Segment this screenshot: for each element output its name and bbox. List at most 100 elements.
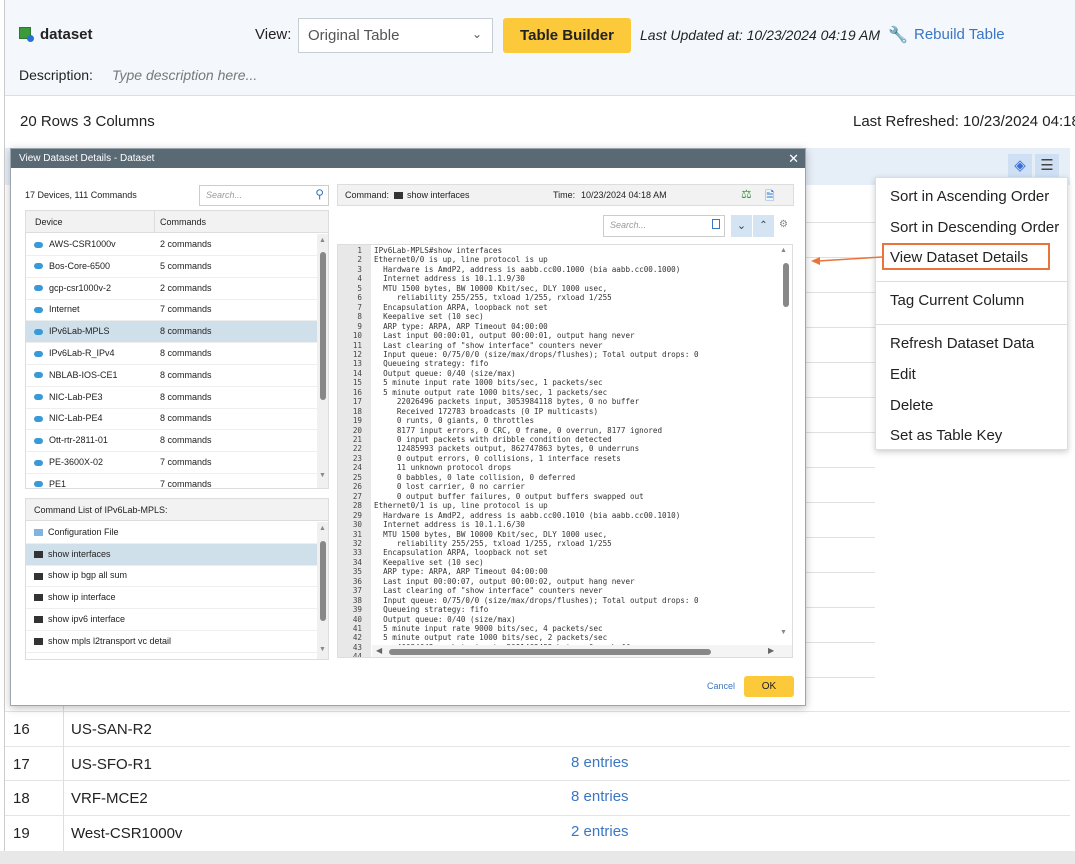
ok-button[interactable]: OK — [744, 676, 794, 697]
entries-link[interactable]: 8 entries — [571, 788, 629, 805]
device-icon — [34, 241, 43, 248]
command-count: 8 commands — [160, 369, 212, 380]
command-row[interactable]: show interfaces — [26, 543, 317, 566]
description-input[interactable]: Type description here... — [112, 67, 257, 83]
cli-icon — [34, 637, 43, 645]
compare-icon[interactable]: ⚖ — [741, 187, 752, 201]
cli-icon — [34, 594, 43, 602]
scroll-up-icon[interactable]: ▲ — [780, 247, 787, 254]
menu-item-delete[interactable]: Delete — [890, 397, 933, 414]
settings-icon[interactable]: ⚙ — [779, 219, 788, 230]
command-list: Command List of IPv6Lab-MPLS: Configurat… — [25, 498, 329, 660]
line-number: 2 — [357, 255, 362, 265]
code-vertical-scrollbar[interactable] — [783, 263, 789, 307]
line-number: 17 — [352, 397, 362, 407]
line-number: 15 — [352, 378, 362, 388]
code-line: Queueing strategy: fifo — [374, 605, 489, 615]
command-output[interactable]: 1 IPv6Lab-MPLS#show interfaces 2 Ethernet0/… — [337, 244, 793, 658]
code-line: Hardware is AmdP2, address is aabb.cc00.… — [374, 510, 681, 520]
device-name: PE-3600X-02 — [49, 457, 104, 467]
line-number: 23 — [352, 453, 362, 463]
entries-link[interactable]: 2 entries — [571, 823, 629, 840]
search-icon[interactable]: ⚲ — [315, 187, 324, 201]
command-value: show interfaces — [407, 190, 470, 200]
table-row[interactable]: 17 US-SFO-R1 8 entries — [5, 747, 1070, 781]
device-row[interactable]: AWS-CSR1000v 2 commands — [26, 234, 317, 256]
device-table: Device Commands AWS-CSR1000v 2 commands Bo… — [25, 210, 329, 489]
device-count: 17 Devices, 111 Commands — [25, 190, 137, 200]
device-name: AWS-CSR1000v — [49, 239, 116, 249]
rebuild-table-link[interactable]: Rebuild Table — [914, 26, 1005, 43]
line-number: 10 — [352, 331, 362, 341]
menu-item-refresh-dataset-data[interactable]: Refresh Dataset Data — [890, 335, 1034, 352]
menu-icon[interactable]: ☰ — [1035, 154, 1059, 178]
row-divider — [805, 502, 875, 503]
close-icon[interactable]: ✕ — [788, 151, 799, 167]
row-divider — [805, 467, 875, 468]
line-number: 33 — [352, 548, 362, 558]
command-row[interactable]: show ip bgp all sum — [26, 565, 317, 588]
dialog-title: View Dataset Details - Dataset — [11, 149, 805, 168]
command-row[interactable]: show ip interface — [26, 587, 317, 610]
device-name: IPv6Lab-MPLS — [49, 326, 110, 337]
menu-item-sort-in-descending-order[interactable]: Sort in Descending Order — [890, 219, 1059, 236]
cancel-button[interactable]: Cancel — [707, 681, 735, 691]
row-divider — [805, 677, 875, 678]
table-row[interactable]: 16 US-SAN-R2 — [5, 712, 1070, 746]
prev-match-button[interactable]: ⌃ — [753, 215, 774, 237]
time-label: Time: — [553, 190, 576, 200]
code-line: MTU 1500 bytes, BW 10000 Kbit/sec, DLY 1… — [374, 283, 608, 293]
view-select-value: Original Table — [308, 27, 400, 44]
device-list-scrollbar[interactable]: ▲ ▼ — [317, 234, 328, 488]
code-line: reliability 255/255, txload 1/255, rxloa… — [374, 293, 612, 303]
device-name: gcp-csr1000v-2 — [49, 282, 112, 293]
device-row[interactable]: IPv6Lab-R_IPv4 8 commands — [26, 343, 317, 365]
tag-icon[interactable]: ◈ — [1008, 154, 1032, 178]
device-column-header[interactable]: Device — [35, 217, 63, 227]
table-row[interactable]: 19 West-CSR1000v 2 entries — [5, 816, 1070, 850]
line-number: 38 — [352, 595, 362, 605]
export-icon[interactable]: 🗎 — [765, 187, 775, 208]
line-number: 39 — [352, 605, 362, 615]
device-search-input[interactable]: Search... ⚲ — [199, 185, 329, 206]
next-match-button[interactable]: ⌄ — [731, 215, 752, 237]
line-number: 20 — [352, 425, 362, 435]
horizontal-scrollbar[interactable] — [0, 851, 1075, 864]
command-list-title: Command List of IPv6Lab-MPLS: — [26, 499, 328, 521]
command-row[interactable]: show ipv6 interface — [26, 609, 317, 631]
entries-link[interactable]: 8 entries — [571, 754, 629, 771]
table-builder-button[interactable]: Table Builder — [503, 18, 631, 53]
command-row[interactable]: Configuration File — [26, 522, 317, 544]
command-list-scrollbar[interactable]: ▲ ▼ — [317, 522, 328, 659]
device-row[interactable]: NIC-Lab-PE4 8 commands — [26, 408, 317, 431]
command-count: 8 commands — [160, 435, 212, 446]
command-row[interactable]: show mpls l2transport vc detail — [26, 631, 317, 653]
line-number: 4 — [357, 274, 362, 284]
code-horizontal-scrollbar[interactable]: ◀ ▶ — [372, 645, 792, 657]
device-row[interactable]: IPv6Lab-MPLS 8 commands — [26, 321, 317, 344]
view-select[interactable]: Original Table ⌄ — [298, 18, 493, 53]
device-row[interactable]: Ott-rtr-2811-01 8 commands — [26, 430, 317, 453]
device-row[interactable]: gcp-csr1000v-2 2 commands — [26, 278, 317, 300]
code-line: reliability 255/255, txload 1/255, rxloa… — [374, 538, 612, 548]
menu-item-edit[interactable]: Edit — [890, 366, 916, 383]
row-divider — [805, 572, 875, 573]
device-row[interactable]: Bos-Core-6500 5 commands — [26, 256, 317, 278]
device-row[interactable]: NIC-Lab-PE3 8 commands — [26, 387, 317, 409]
commands-column-header[interactable]: Commands — [160, 217, 206, 227]
table-row[interactable]: 18 VRF-MCE2 8 entries — [5, 781, 1070, 815]
device-row[interactable]: Internet 7 commands — [26, 299, 317, 322]
device-row[interactable]: PE-3600X-02 7 commands — [26, 452, 317, 474]
scroll-down-icon[interactable]: ▼ — [780, 629, 787, 636]
device-row[interactable]: NBLAB-IOS-CE1 8 commands — [26, 365, 317, 387]
menu-item-set-as-table-key[interactable]: Set as Table Key — [890, 427, 1002, 444]
dataset-header: dataset View: Original Table ⌄ Table Buil… — [5, 0, 1075, 96]
menu-item-tag-current-column[interactable]: Tag Current Column — [890, 292, 1024, 309]
code-line: Last input 00:00:07, output 00:00:02, ou… — [374, 576, 635, 586]
menu-item-sort-in-ascending-order[interactable]: Sort in Ascending Order — [890, 188, 1049, 205]
find-icon[interactable] — [712, 219, 720, 229]
row-divider — [805, 327, 875, 328]
line-number: 31 — [352, 529, 362, 539]
device-row[interactable]: PE1 7 commands — [26, 474, 317, 488]
code-search-input[interactable]: Search... — [603, 215, 725, 237]
